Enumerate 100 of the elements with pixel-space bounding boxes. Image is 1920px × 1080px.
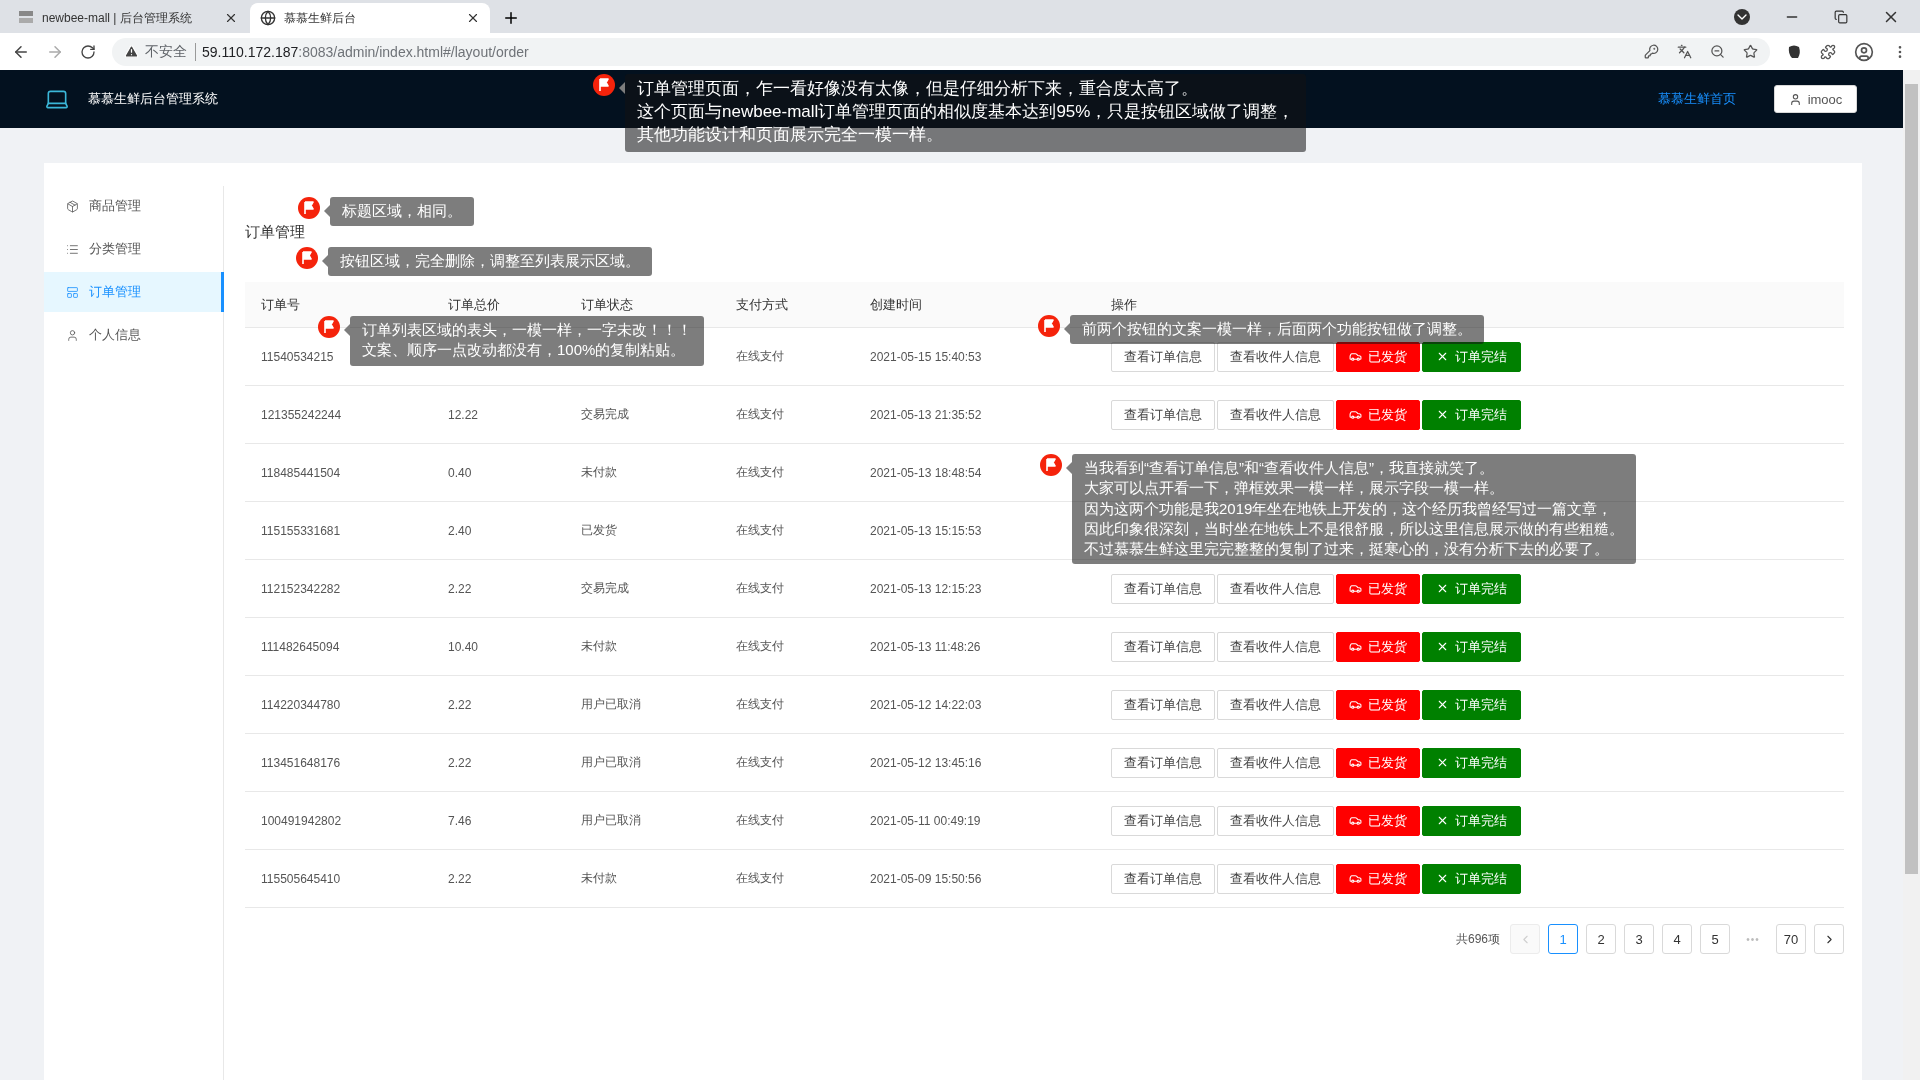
- table-cell: 2021-05-12 14:22:03: [854, 676, 1095, 734]
- action-button[interactable]: 查看收件人信息: [1217, 573, 1334, 604]
- table-cell: 在线支付: [720, 618, 854, 676]
- restore-icon[interactable]: [1834, 9, 1848, 24]
- action-button[interactable]: 查看收件人信息: [1217, 805, 1334, 836]
- action-button[interactable]: 订单完结: [1422, 805, 1521, 836]
- table-cell: 2021-05-09 15:50:56: [854, 850, 1095, 908]
- reload-icon[interactable]: [80, 43, 96, 60]
- action-button[interactable]: 查看订单信息: [1111, 689, 1215, 720]
- table-cell: 7.46: [432, 792, 565, 850]
- close-icon[interactable]: [224, 11, 238, 25]
- table-cell: 2021-05-12 13:45:16: [854, 734, 1095, 792]
- home-link[interactable]: 慕慕生鲜首页: [1658, 90, 1736, 108]
- profile-icon[interactable]: [1854, 41, 1874, 62]
- table-cell: 在线支付: [720, 328, 854, 386]
- action-button[interactable]: 查看订单信息: [1111, 573, 1215, 604]
- table-cell: 在线支付: [720, 676, 854, 734]
- flag-icon: [296, 247, 318, 269]
- car-icon: [1349, 408, 1362, 421]
- scrollbar[interactable]: [1903, 70, 1920, 1080]
- car-icon: [1349, 698, 1362, 711]
- flag-icon: [1038, 315, 1060, 337]
- action-button[interactable]: 查看收件人信息: [1217, 631, 1334, 662]
- action-button[interactable]: 订单完结: [1422, 573, 1521, 604]
- action-button[interactable]: 订单完结: [1422, 689, 1521, 720]
- close-icon: [1436, 408, 1449, 421]
- action-button[interactable]: 查看订单信息: [1111, 863, 1215, 894]
- action-button[interactable]: 已发货: [1336, 399, 1420, 430]
- action-button[interactable]: 查看收件人信息: [1217, 863, 1334, 894]
- user-icon: [66, 328, 79, 342]
- action-button[interactable]: 查看订单信息: [1111, 399, 1215, 430]
- total-count: 共696项: [1455, 930, 1500, 948]
- table-cell: 100491942802: [245, 792, 432, 850]
- tab-search-icon[interactable]: [1734, 8, 1750, 25]
- sidebar-item[interactable]: 商品管理: [44, 186, 224, 226]
- table-cell: 2.22: [432, 850, 565, 908]
- action-button[interactable]: 查看收件人信息: [1217, 399, 1334, 430]
- action-button[interactable]: 已发货: [1336, 747, 1420, 778]
- annotation-note: 按钮区域，完全删除，调整至列表展示区域。: [328, 247, 652, 277]
- action-button[interactable]: 查看订单信息: [1111, 805, 1215, 836]
- page-button[interactable]: 4: [1662, 924, 1692, 954]
- warning-icon: [124, 44, 139, 59]
- table-cell: 未付款: [565, 618, 720, 676]
- action-button[interactable]: 查看订单信息: [1111, 631, 1215, 662]
- page-button[interactable]: 5: [1700, 924, 1730, 954]
- action-button[interactable]: 已发货: [1336, 573, 1420, 604]
- translate-icon[interactable]: [1677, 44, 1692, 59]
- table-cell: 已发货: [565, 502, 720, 560]
- table-cell: 2.40: [432, 502, 565, 560]
- action-button[interactable]: 订单完结: [1422, 631, 1521, 662]
- table-icon: [66, 285, 79, 299]
- puzzle-icon[interactable]: [1820, 43, 1836, 60]
- key-icon[interactable]: [1644, 44, 1659, 59]
- table-cell: 115505645410: [245, 850, 432, 908]
- action-button[interactable]: 订单完结: [1422, 863, 1521, 894]
- globe-icon: [260, 10, 276, 26]
- action-button[interactable]: 已发货: [1336, 631, 1420, 662]
- sidebar-item[interactable]: 分类管理: [44, 229, 224, 269]
- table-cell: 2021-05-13 21:35:52: [854, 386, 1095, 444]
- table-cell: 2.22: [432, 560, 565, 618]
- table-cell: 113451648176: [245, 734, 432, 792]
- action-button[interactable]: 查看订单信息: [1111, 341, 1215, 372]
- table-cell: 115155331681: [245, 502, 432, 560]
- car-icon: [1349, 582, 1362, 595]
- action-button[interactable]: 查看订单信息: [1111, 747, 1215, 778]
- action-button[interactable]: 订单完结: [1422, 747, 1521, 778]
- action-button[interactable]: 已发货: [1336, 689, 1420, 720]
- action-button[interactable]: 查看收件人信息: [1217, 689, 1334, 720]
- annotation-note: 订单管理页面，乍一看好像没有太像，但是仔细分析下来，重合度太高了。 这个页面与newbee-mall订单管理页面的相似度基本达到95%，只是按钮区域做了调整， 其他功能设计和页面展示完全一模一样。: [625, 74, 1307, 152]
- table-cell: 114220344780: [245, 676, 432, 734]
- close-icon[interactable]: [466, 11, 480, 25]
- action-button[interactable]: 已发货: [1336, 863, 1420, 894]
- action-button[interactable]: 订单完结: [1422, 399, 1521, 430]
- action-button[interactable]: 订单完结: [1422, 341, 1521, 372]
- star-icon[interactable]: [1743, 44, 1758, 59]
- table-cell: 在线支付: [720, 386, 854, 444]
- car-icon: [1349, 640, 1362, 653]
- zoom-out-icon[interactable]: [1710, 44, 1725, 59]
- browser-tab[interactable]: newbee-mall | 后台管理系统: [8, 3, 248, 33]
- list-icon: [66, 242, 79, 256]
- callout-pointer: [1064, 323, 1070, 335]
- user-button[interactable]: imooc: [1774, 85, 1857, 113]
- browser-tab[interactable]: 慕慕生鲜后台: [250, 3, 490, 33]
- close-icon: [1436, 698, 1449, 711]
- page-button[interactable]: 3: [1624, 924, 1654, 954]
- page-button[interactable]: 2: [1586, 924, 1616, 954]
- action-button[interactable]: 已发货: [1336, 341, 1420, 372]
- new-tab-icon[interactable]: [502, 9, 520, 27]
- action-button[interactable]: 查看收件人信息: [1217, 747, 1334, 778]
- table-cell: 交易完成: [565, 386, 720, 444]
- address-bar[interactable]: 不安全 59.110.172.187:8083/admin/index.html#/layout/order: [112, 37, 1770, 66]
- table-cell: 2021-05-13 12:15:23: [854, 560, 1095, 618]
- action-button[interactable]: 查看收件人信息: [1217, 341, 1334, 372]
- action-button[interactable]: 已发货: [1336, 805, 1420, 836]
- sidebar-item[interactable]: 个人信息: [44, 315, 224, 355]
- table-cell: 未付款: [565, 444, 720, 502]
- page-button[interactable]: 70: [1776, 924, 1806, 954]
- callout-pointer: [1066, 462, 1072, 474]
- table-cell: 未付款: [565, 850, 720, 908]
- annotation-note: 当我看到“查看订单信息”和“查看收件人信息”，我直接就笑了。 大家可以点开看一下，弹框效果一模一样，展示字段一模一样。 因为这两个功能是我2019年坐在地铁上开发的，这个经历我曾经写过一篇文章， 因此印象很深刻，当时坐在地铁上不是很舒服，所以这里信息展示做的有些粗糙。 不过慕慕生鲜这里完完整整的复制了过来，挺寒心的，没有分析下去的必要了。: [1072, 454, 1636, 565]
